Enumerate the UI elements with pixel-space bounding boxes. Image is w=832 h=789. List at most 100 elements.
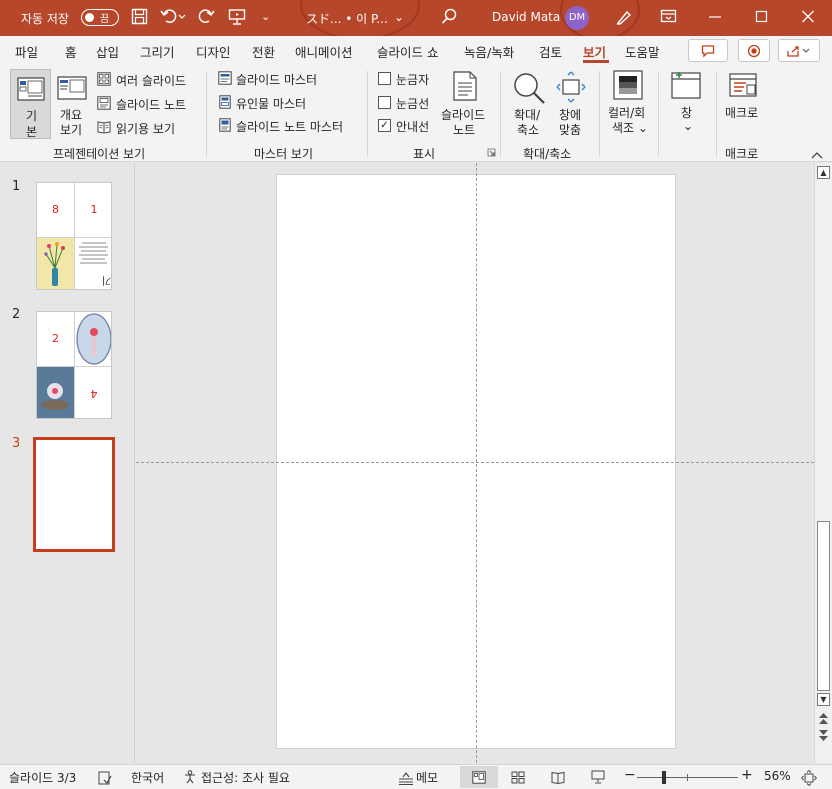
macros-icon[interactable] bbox=[728, 70, 758, 100]
ribbon-separator bbox=[716, 71, 717, 157]
outline-view-icon[interactable] bbox=[57, 76, 87, 100]
slide-sorter-icon[interactable] bbox=[511, 771, 525, 784]
scroll-up-icon[interactable]: ▲ bbox=[817, 166, 830, 179]
share-button[interactable] bbox=[778, 39, 820, 62]
macros-label[interactable]: 매크로 bbox=[725, 104, 758, 121]
maximize-icon[interactable] bbox=[755, 8, 769, 29]
slide-number: 2 bbox=[12, 307, 21, 322]
slide-counter: 슬라이드 3/3 bbox=[9, 771, 77, 785]
spellcheck-icon[interactable] bbox=[98, 771, 112, 785]
zoom-icon[interactable] bbox=[511, 71, 547, 107]
minimize-icon[interactable] bbox=[708, 8, 722, 29]
slideshow-icon[interactable] bbox=[591, 770, 605, 784]
ribbon-display-icon[interactable] bbox=[660, 8, 677, 29]
fit-to-window-icon[interactable] bbox=[556, 71, 586, 103]
comments-button[interactable] bbox=[688, 39, 728, 62]
notes-icon[interactable] bbox=[453, 71, 477, 101]
autosave-toggle[interactable]: 끔 bbox=[81, 9, 119, 26]
notes-page-button[interactable]: 슬라이드 노트 bbox=[116, 96, 186, 113]
ruler-checkbox[interactable] bbox=[378, 72, 391, 85]
tab-record[interactable]: 녹음/녹화 bbox=[464, 42, 514, 61]
guides-label[interactable]: 안내선 bbox=[396, 118, 429, 135]
chevron-down-icon[interactable]: ⌄ bbox=[394, 8, 404, 26]
autosave-state: 끔 bbox=[100, 14, 110, 25]
next-slide-icon[interactable] bbox=[818, 728, 829, 742]
tab-draw[interactable]: 그리기 bbox=[140, 42, 175, 61]
slide-sorter-button[interactable]: 여러 슬라이드 bbox=[116, 72, 186, 89]
color-grayscale-label[interactable]: 색조 ⌄ bbox=[612, 119, 648, 136]
vertical-scrollbar[interactable]: ▲ ▼ bbox=[814, 163, 832, 763]
normal-view-label: 기 bbox=[26, 109, 38, 123]
close-icon[interactable] bbox=[801, 8, 815, 29]
zoom-group-label: 확대/축소 bbox=[523, 147, 572, 161]
ruler-label[interactable]: 눈금자 bbox=[396, 71, 429, 88]
window-label[interactable]: ⌄ bbox=[683, 119, 693, 133]
zoom-in-button[interactable]: + bbox=[741, 767, 753, 783]
reading-view-icon[interactable] bbox=[551, 771, 565, 784]
language-indicator[interactable]: 한국어 bbox=[131, 769, 164, 786]
present-from-start-icon[interactable] bbox=[228, 8, 246, 29]
normal-view-icon[interactable] bbox=[472, 771, 486, 784]
tab-slideshow[interactable]: 슬라이드 쇼 bbox=[377, 42, 438, 61]
tab-help[interactable]: 도움말 bbox=[625, 42, 660, 61]
search-icon[interactable] bbox=[441, 8, 457, 29]
tab-review[interactable]: 검토 bbox=[539, 42, 562, 61]
zoom-percentage[interactable]: 56% bbox=[764, 769, 791, 783]
dialog-launcher-icon[interactable] bbox=[487, 148, 496, 157]
user-name[interactable]: David Mata bbox=[492, 10, 560, 24]
zoom-out-button[interactable]: − bbox=[624, 767, 636, 783]
notes-label[interactable]: 노트 bbox=[453, 121, 475, 138]
toggle-knob bbox=[85, 13, 94, 22]
slide-number: 3 bbox=[12, 436, 21, 451]
window-icon[interactable] bbox=[671, 70, 701, 100]
record-button[interactable] bbox=[738, 39, 770, 62]
avatar[interactable]: DM bbox=[565, 6, 589, 30]
handout-master-button[interactable]: 유인물 마스터 bbox=[236, 95, 306, 112]
undo-icon[interactable] bbox=[160, 8, 186, 29]
notes-master-button[interactable]: 슬라이드 노트 마스터 bbox=[236, 118, 343, 135]
save-icon[interactable] bbox=[131, 8, 148, 29]
fit-slide-icon[interactable] bbox=[801, 770, 817, 786]
horizontal-guide[interactable] bbox=[136, 462, 814, 463]
accessibility-icon[interactable] bbox=[183, 770, 197, 784]
tab-transitions[interactable]: 전환 bbox=[252, 42, 275, 61]
handout-master-icon bbox=[219, 95, 231, 109]
normal-view-button[interactable]: 기 본 bbox=[10, 69, 51, 139]
presentation-views-group-label: 프레젠테이션 보기 bbox=[53, 147, 146, 161]
gridlines-checkbox[interactable] bbox=[378, 96, 391, 109]
collapse-ribbon-icon[interactable] bbox=[811, 151, 823, 159]
zoom-slider-thumb[interactable] bbox=[662, 771, 666, 784]
fit-to-window-label[interactable]: 맞춤 bbox=[559, 121, 581, 138]
slide-thumbnail-3[interactable] bbox=[33, 437, 115, 552]
scroll-down-icon[interactable]: ▼ bbox=[817, 693, 830, 706]
gridlines-label[interactable]: 눈금선 bbox=[396, 95, 429, 112]
zoom-label[interactable]: 축소 bbox=[517, 121, 539, 138]
tab-view[interactable]: 보기 bbox=[583, 42, 606, 61]
slide-master-button[interactable]: 슬라이드 마스터 bbox=[236, 71, 317, 88]
document-title[interactable]: スド... • 이 P... bbox=[306, 10, 388, 27]
vertical-guide[interactable] bbox=[476, 163, 477, 763]
slide-thumbnail-1[interactable]: 8 1 0|ㄴ는기 bbox=[36, 182, 112, 290]
designer-pen-icon[interactable] bbox=[615, 8, 633, 30]
notes-icon[interactable] bbox=[398, 771, 414, 785]
scroll-thumb[interactable] bbox=[817, 521, 830, 691]
guides-checkbox[interactable]: ✓ bbox=[378, 119, 391, 132]
macros-group-label: 매크로 bbox=[725, 147, 759, 161]
tab-home[interactable]: 홈 bbox=[65, 42, 77, 61]
customize-toolbar-icon[interactable]: ⌄ bbox=[261, 8, 270, 26]
tab-design[interactable]: 디자인 bbox=[196, 42, 231, 61]
accessibility-status[interactable]: 접근성: 조사 필요 bbox=[201, 769, 290, 786]
redo-icon[interactable] bbox=[198, 8, 216, 29]
ribbon-tabs: 파일 홈 삽입 그리기 디자인 전환 애니메이션 슬라이드 쇼 녹음/녹화 검토… bbox=[0, 36, 832, 65]
thumb-text: 1 bbox=[90, 203, 98, 216]
previous-slide-icon[interactable] bbox=[818, 712, 829, 726]
tab-animations[interactable]: 애니메이션 bbox=[295, 42, 353, 61]
outline-view-label[interactable]: 보기 bbox=[60, 121, 82, 138]
slide-thumbnail-2[interactable]: 2 4 bbox=[36, 311, 112, 419]
reading-view-button[interactable]: 읽기용 보기 bbox=[116, 120, 175, 137]
tab-insert[interactable]: 삽입 bbox=[96, 42, 119, 61]
slide-editor bbox=[136, 163, 814, 763]
tab-file[interactable]: 파일 bbox=[15, 42, 38, 61]
color-grayscale-icon[interactable] bbox=[613, 70, 643, 100]
notes-toggle[interactable]: 메모 bbox=[416, 769, 438, 786]
